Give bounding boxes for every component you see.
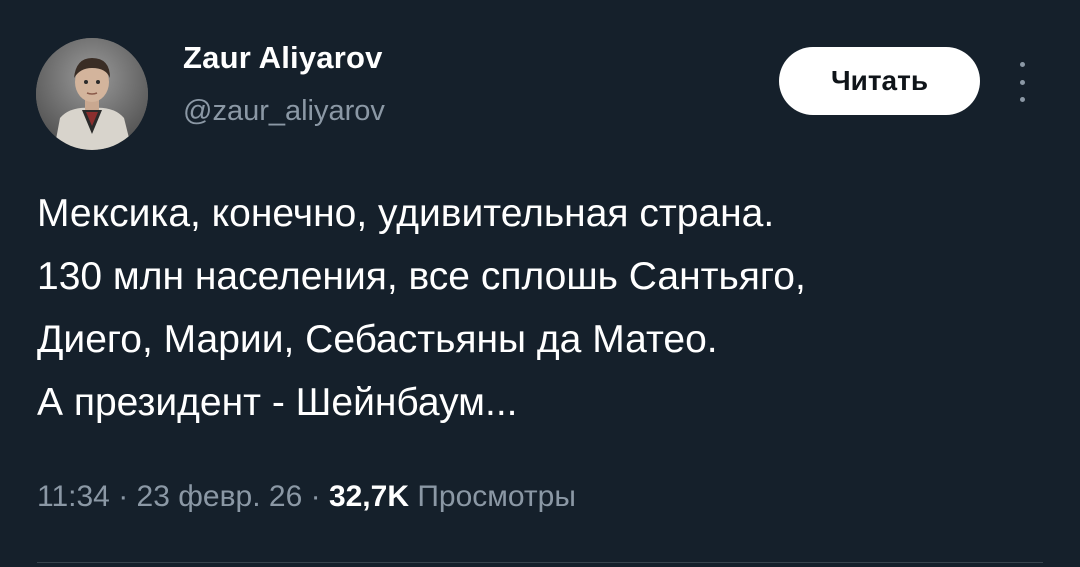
tweet-card: Zaur Aliyarov @zaur_aliyarov Читать Мекс… bbox=[0, 0, 1080, 567]
more-dot bbox=[1019, 97, 1025, 102]
tweet-time[interactable]: 11:34 bbox=[37, 480, 110, 513]
more-vertical-icon[interactable] bbox=[1014, 62, 1030, 102]
tweet-text-line: 130 млн населения, все сплошь Сантьяго, bbox=[37, 255, 806, 298]
avatar-photo bbox=[36, 38, 148, 150]
tweet-date[interactable]: 23 февр. 26 bbox=[137, 480, 303, 513]
author-name[interactable]: Zaur Aliyarov bbox=[183, 40, 383, 76]
author-handle[interactable]: @zaur_aliyarov bbox=[183, 95, 385, 128]
follow-button[interactable]: Читать bbox=[779, 47, 980, 115]
views-label: Просмотры bbox=[417, 480, 576, 513]
views-count: 32,7K bbox=[328, 480, 418, 513]
tweet-text: Мексика, конечно, удивительная страна. 1… bbox=[37, 182, 1057, 434]
meta-separator: · bbox=[310, 480, 329, 513]
more-dot bbox=[1019, 62, 1025, 67]
meta-separator: · bbox=[118, 480, 137, 513]
tweet-text-line: Мексика, конечно, удивительная страна. bbox=[37, 192, 775, 235]
tweet-meta: 11:34 · 23 февр. 26 · 32,7K Просмотры bbox=[37, 480, 576, 514]
divider bbox=[37, 562, 1043, 563]
avatar[interactable] bbox=[36, 38, 148, 150]
tweet-text-line: Диего, Марии, Себастьяны да Матео. bbox=[37, 318, 718, 361]
tweet-text-line: А президент - Шейнбаум... bbox=[37, 381, 518, 424]
more-dot bbox=[1019, 79, 1025, 85]
